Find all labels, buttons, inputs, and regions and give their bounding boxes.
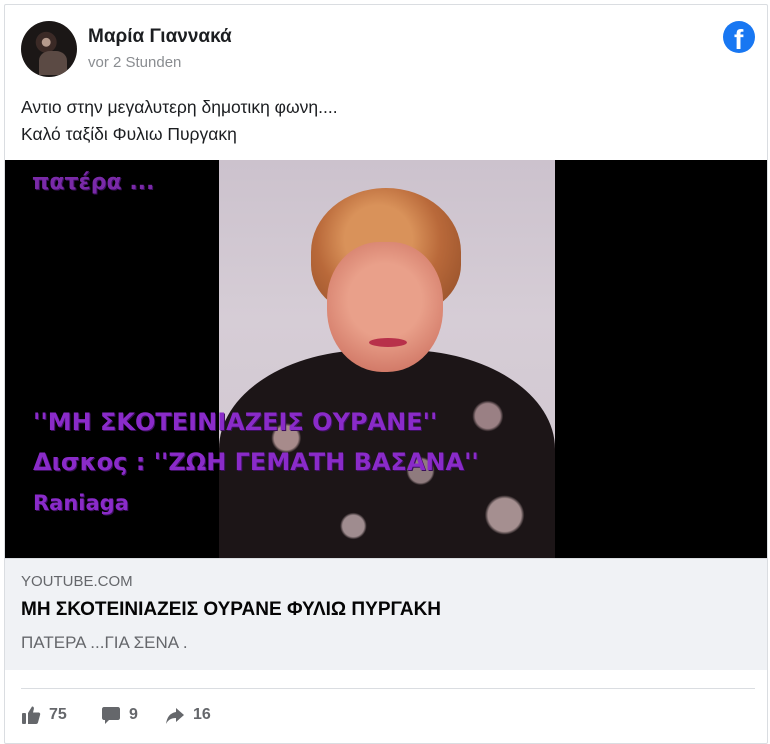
like-button[interactable]: 75 <box>21 703 67 727</box>
thumbs-up-icon <box>21 705 41 725</box>
post-text-line-2: Καλό ταξίδι Φυλιω Πυργακη <box>21 124 237 144</box>
share-count: 16 <box>193 706 211 723</box>
post-card: Μαρία Γιαννακά vor 2 Stunden f Αντιο στη… <box>4 4 768 744</box>
author-avatar[interactable] <box>21 21 77 77</box>
reaction-bar: 75 9 16 <box>21 703 421 727</box>
video-thumbnail[interactable]: πατέρα ... ''ΜΗ ΣΚΟΤΕΙΝΙΑΖΕΙΣ ΟΥΡΑΝΕ'' Δ… <box>5 160 767 558</box>
comment-icon <box>101 705 121 725</box>
divider <box>21 688 755 689</box>
like-count: 75 <box>49 706 67 723</box>
link-description: ΠΑΤΕΡΑ ...ΓΙΑ ΣΕΝΑ . <box>21 633 188 652</box>
author-name[interactable]: Μαρία Γιαννακά <box>88 26 232 48</box>
link-title[interactable]: ΜΗ ΣΚΟΤΕΙΝΙΑΖΕΙΣ ΟΥΡΑΝΕ ΦΥΛΙΩ ΠΥΡΓΑΚΗ <box>21 599 441 621</box>
post-text: Αντιο στην μεγαλυτερη δημοτικη φωνη.... … <box>21 94 338 148</box>
post-timestamp[interactable]: vor 2 Stunden <box>88 54 181 71</box>
post-header: Μαρία Γιαννακά vor 2 Stunden f <box>21 21 761 77</box>
facebook-icon[interactable]: f <box>723 21 755 55</box>
overlay-text-3: Δισκος : ''ΖΩΗ ΓΕΜΑΤΗ ΒΑΣΑΝΑ'' <box>33 448 479 476</box>
comment-count: 9 <box>129 706 138 723</box>
link-domain: YOUTUBE.COM <box>21 573 133 590</box>
overlay-text-4: Raniaga <box>33 491 129 515</box>
link-preview[interactable]: YOUTUBE.COM ΜΗ ΣΚΟΤΕΙΝΙΑΖΕΙΣ ΟΥΡΑΝΕ ΦΥΛΙ… <box>5 558 767 670</box>
overlay-text-2: ''ΜΗ ΣΚΟΤΕΙΝΙΑΖΕΙΣ ΟΥΡΑΝΕ'' <box>33 408 438 436</box>
post-text-line-1: Αντιο στην μεγαλυτερη δημοτικη φωνη.... <box>21 97 338 117</box>
singer-photo <box>219 160 555 558</box>
overlay-text-1: πατέρα ... <box>32 170 155 195</box>
comment-button[interactable]: 9 <box>101 703 138 727</box>
share-button[interactable]: 16 <box>165 703 211 727</box>
share-arrow-icon <box>165 705 185 725</box>
